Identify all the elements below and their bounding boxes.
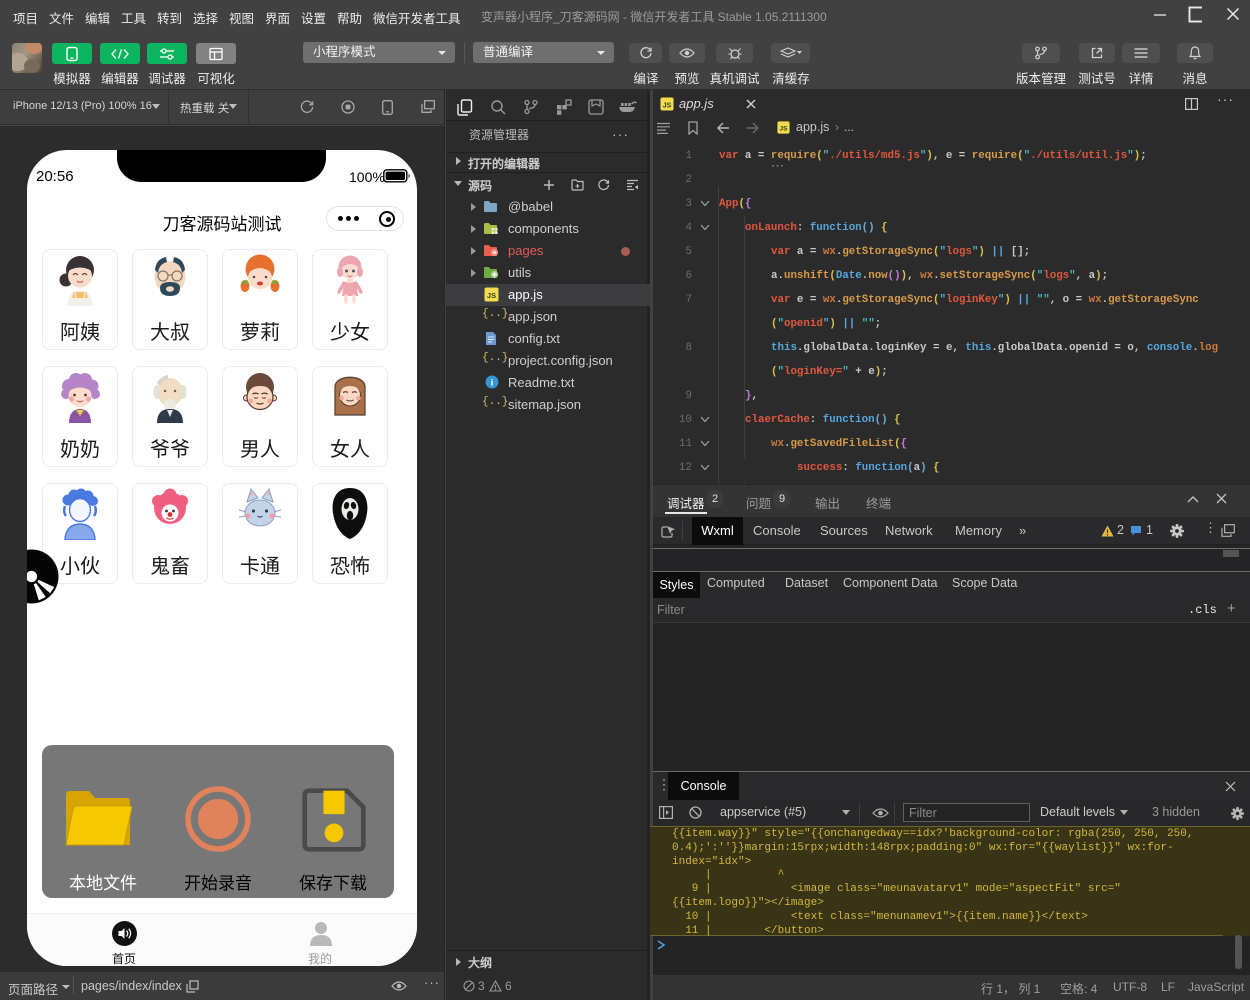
svg-text:JS: JS bbox=[663, 102, 672, 109]
svg-text:JS: JS bbox=[487, 291, 496, 300]
svg-text:JS: JS bbox=[780, 126, 789, 133]
